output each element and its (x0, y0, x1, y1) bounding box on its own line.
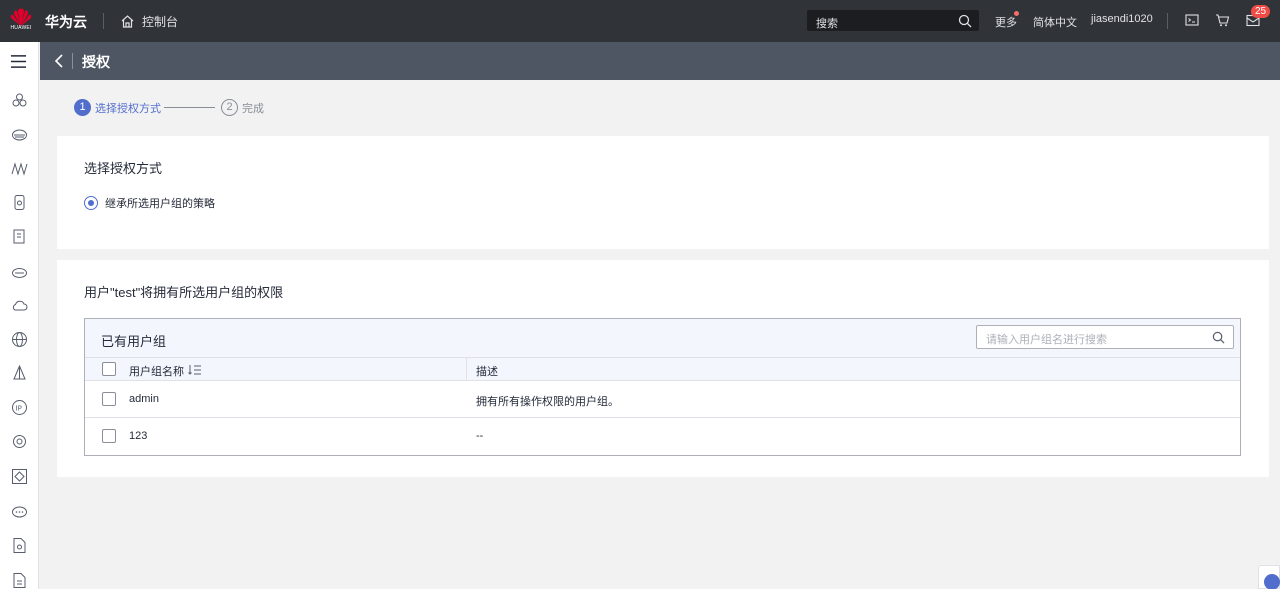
column-divider (466, 358, 467, 380)
radio-button[interactable] (84, 196, 98, 210)
auth-method-card: 选择授权方式 继承所选用户组的策略 (57, 136, 1269, 249)
step-number: 2 (221, 99, 238, 116)
svg-text:IP: IP (16, 405, 22, 413)
back-arrow-icon[interactable] (54, 53, 64, 69)
language-switch[interactable]: 简体中文 (1033, 14, 1077, 30)
group-name: 123 (129, 430, 148, 442)
group-name: admin (129, 393, 159, 405)
top-bar: HUAWEI 华为云 控制台 搜索 更多 简体中文 jiasendi1020 2… (0, 0, 1280, 42)
step-connector (164, 107, 215, 108)
file-icon[interactable] (11, 537, 28, 554)
flask-icon[interactable] (11, 365, 28, 382)
divider (103, 13, 104, 29)
new-dot (1014, 11, 1019, 16)
user-groups-card: 用户"test"将拥有所选用户组的权限 已有用户组 请输入用户组名进行搜索 用户… (57, 260, 1269, 477)
row-checkbox[interactable] (102, 429, 116, 443)
table-header: 用户组名称 描述 (85, 357, 1240, 381)
home-icon (121, 14, 134, 28)
report-icon[interactable] (11, 572, 28, 589)
search-placeholder: 搜索 (816, 18, 838, 30)
cart-icon[interactable] (1215, 13, 1230, 27)
huawei-logo[interactable] (8, 5, 34, 37)
ip-icon[interactable]: IP (11, 399, 28, 416)
group-description: -- (476, 430, 484, 442)
global-search-input[interactable]: 搜索 (807, 10, 979, 31)
monitor-icon[interactable] (11, 160, 28, 177)
section-title: 选择授权方式 (84, 161, 163, 176)
table-row[interactable]: admin 拥有所有操作权限的用户组。 (85, 381, 1240, 418)
group-description: 拥有所有操作权限的用户组。 (476, 396, 619, 408)
gear-icon[interactable] (11, 433, 28, 450)
step-label: 选择授权方式 (95, 102, 161, 115)
more-menu[interactable]: 更多 (995, 14, 1017, 30)
menu-icon[interactable] (10, 53, 27, 70)
username[interactable]: jiasendi1020 (1091, 13, 1153, 25)
cloud-storage-icon[interactable] (11, 263, 28, 280)
search-placeholder: 请输入用户组名进行搜索 (986, 334, 1107, 346)
globe-icon[interactable] (11, 331, 28, 348)
step-complete: 2 完成 (221, 99, 264, 116)
step-number: 1 (74, 99, 91, 116)
sort-icon[interactable] (188, 364, 202, 376)
step-choose-method: 1 选择授权方式 (74, 99, 161, 116)
table-row[interactable]: 123 -- (85, 418, 1240, 455)
panel-title: 已有用户组 (101, 334, 167, 349)
search-icon[interactable] (1212, 331, 1225, 344)
page-header: 授权 (40, 42, 1280, 80)
cloud-services-icon[interactable] (11, 92, 28, 109)
console-screen-icon[interactable] (1185, 13, 1199, 27)
row-checkbox[interactable] (102, 392, 116, 406)
message-count-badge: 25 (1251, 5, 1271, 18)
left-nav: IP (0, 42, 39, 589)
page-title: 授权 (82, 54, 110, 70)
chat-cloud-icon[interactable] (11, 503, 28, 520)
section-title: 用户"test"将拥有所选用户组的权限 (84, 285, 284, 300)
divider (72, 53, 73, 69)
column-header-desc: 描述 (476, 366, 498, 378)
console-link[interactable]: 控制台 (120, 12, 178, 30)
security-icon[interactable] (11, 468, 28, 485)
server-icon[interactable] (11, 126, 28, 143)
column-header-name: 用户组名称 (129, 366, 184, 378)
logo-text: HUAWEI (10, 25, 32, 31)
brand-name[interactable]: 华为云 (45, 12, 87, 32)
step-label: 完成 (242, 102, 264, 115)
group-table-panel: 已有用户组 请输入用户组名进行搜索 用户组名称 描述 admin 拥有所有操作权… (84, 318, 1241, 456)
help-float-button[interactable] (1258, 565, 1280, 589)
select-all-checkbox[interactable] (102, 362, 116, 376)
panel-header: 已有用户组 请输入用户组名进行搜索 (85, 319, 1240, 357)
cloud-icon[interactable] (11, 297, 28, 314)
device-icon[interactable] (11, 194, 28, 211)
console-label: 控制台 (142, 14, 179, 29)
divider (1167, 13, 1168, 29)
document-icon[interactable] (11, 228, 28, 245)
headset-icon (1264, 574, 1280, 589)
inherit-policy-option[interactable]: 继承所选用户组的策略 (84, 195, 215, 211)
group-search-input[interactable]: 请输入用户组名进行搜索 (976, 325, 1234, 349)
option-label: 继承所选用户组的策略 (105, 198, 215, 210)
search-icon[interactable] (958, 14, 972, 28)
